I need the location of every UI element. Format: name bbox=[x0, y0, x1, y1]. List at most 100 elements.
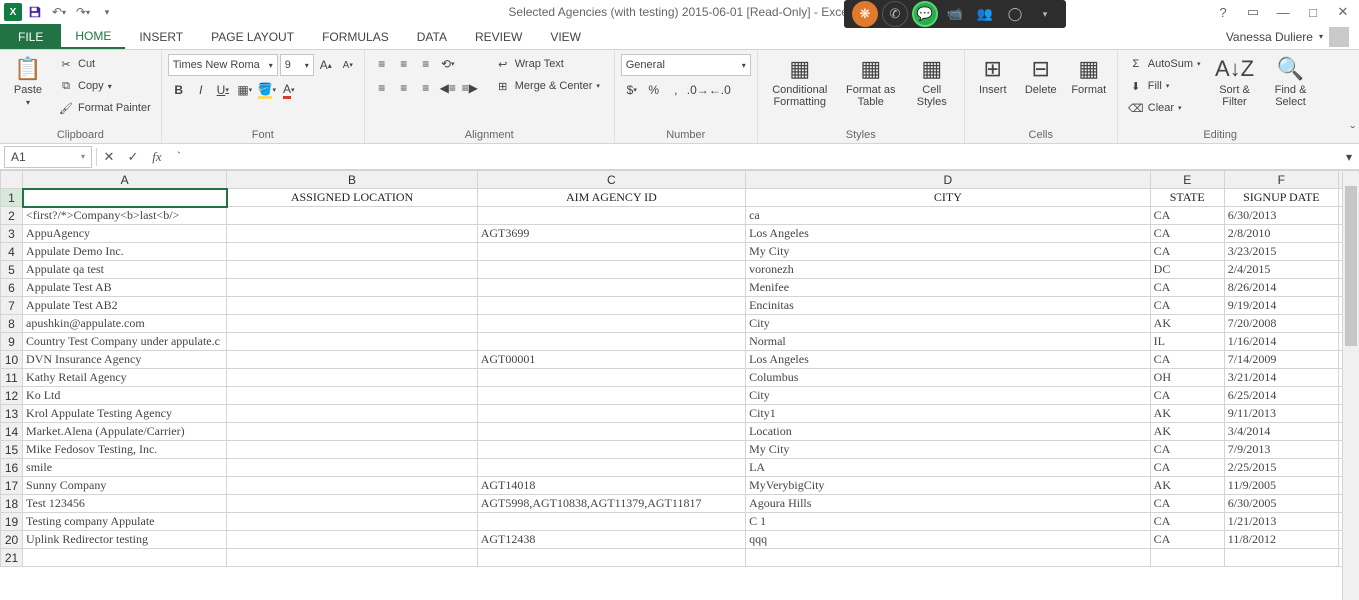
cell[interactable] bbox=[477, 459, 745, 477]
cell[interactable] bbox=[477, 207, 745, 225]
cell[interactable]: City bbox=[746, 387, 1151, 405]
cell[interactable]: Agoura Hills bbox=[746, 495, 1151, 513]
cell[interactable]: ASSIGNED LOCATION bbox=[227, 189, 477, 207]
save-icon[interactable] bbox=[24, 1, 46, 23]
people-icon[interactable]: 👥 bbox=[972, 1, 998, 27]
cell[interactable]: AK bbox=[1150, 477, 1224, 495]
redo-icon[interactable]: ↷▾ bbox=[72, 1, 94, 23]
cell[interactable]: My City bbox=[746, 441, 1151, 459]
row-header[interactable]: 4 bbox=[1, 243, 23, 261]
cell[interactable]: Encinitas bbox=[746, 297, 1151, 315]
cell[interactable]: Test 123456 bbox=[23, 495, 227, 513]
phone-icon[interactable]: ✆ bbox=[882, 1, 908, 27]
cell[interactable]: CA bbox=[1150, 207, 1224, 225]
user-account[interactable]: Vanessa Duliere▾ bbox=[1216, 24, 1359, 49]
comma-icon[interactable]: , bbox=[665, 80, 687, 100]
expand-formula-icon[interactable]: ▾ bbox=[1339, 150, 1359, 164]
cell[interactable]: 2/25/2015 bbox=[1224, 459, 1338, 477]
cell[interactable] bbox=[227, 495, 477, 513]
cell-styles-button[interactable]: ▦Cell Styles bbox=[906, 54, 958, 110]
increase-decimal-icon[interactable]: .0→ bbox=[687, 80, 709, 100]
cell[interactable]: Ko Ltd bbox=[23, 387, 227, 405]
cell[interactable]: smile bbox=[23, 459, 227, 477]
message-icon[interactable]: ◯ bbox=[1002, 1, 1028, 27]
format-button[interactable]: ▦Format bbox=[1067, 54, 1111, 98]
cell[interactable]: 11/9/2005 bbox=[1224, 477, 1338, 495]
cell[interactable] bbox=[227, 243, 477, 261]
format-painter-button[interactable]: 🖌Format Painter bbox=[54, 98, 155, 118]
cell[interactable]: apushkin@appulate.com bbox=[23, 315, 227, 333]
cell[interactable]: 1/16/2014 bbox=[1224, 333, 1338, 351]
cell[interactable]: 11/8/2012 bbox=[1224, 531, 1338, 549]
cell[interactable] bbox=[227, 477, 477, 495]
cell[interactable]: Menifee bbox=[746, 279, 1151, 297]
row-header[interactable]: 2 bbox=[1, 207, 23, 225]
cell[interactable]: LA bbox=[746, 459, 1151, 477]
cell[interactable]: 2/8/2010 bbox=[1224, 225, 1338, 243]
align-center-icon[interactable]: ≡ bbox=[393, 78, 415, 98]
review-tab[interactable]: REVIEW bbox=[461, 24, 536, 49]
cell[interactable]: Kathy Retail Agency bbox=[23, 369, 227, 387]
border-button[interactable]: ▦▾ bbox=[234, 80, 256, 100]
cell[interactable]: CA bbox=[1150, 495, 1224, 513]
italic-button[interactable]: I bbox=[190, 80, 212, 100]
row-header[interactable]: 15 bbox=[1, 441, 23, 459]
currency-icon[interactable]: $▾ bbox=[621, 80, 643, 100]
cell[interactable]: Country Test Company under appulate.c bbox=[23, 333, 227, 351]
cell[interactable] bbox=[477, 243, 745, 261]
cell[interactable] bbox=[227, 423, 477, 441]
col-header-B[interactable]: B bbox=[227, 171, 477, 189]
chevron-down-icon[interactable]: ▾ bbox=[1032, 1, 1058, 27]
cell[interactable]: Los Angeles bbox=[746, 351, 1151, 369]
fx-icon[interactable]: fx bbox=[145, 146, 169, 168]
sort-filter-button[interactable]: A↓ZSort & Filter bbox=[1209, 54, 1261, 110]
cell[interactable]: CA bbox=[1150, 513, 1224, 531]
cell[interactable] bbox=[477, 423, 745, 441]
cell[interactable]: Market.Alena (Appulate/Carrier) bbox=[23, 423, 227, 441]
col-header-E[interactable]: E bbox=[1150, 171, 1224, 189]
scroll-thumb[interactable] bbox=[1345, 186, 1357, 346]
col-header-D[interactable]: D bbox=[746, 171, 1151, 189]
cell[interactable] bbox=[227, 531, 477, 549]
cell[interactable]: 6/30/2013 bbox=[1224, 207, 1338, 225]
align-left-icon[interactable]: ≡ bbox=[371, 78, 393, 98]
cell[interactable] bbox=[477, 387, 745, 405]
cell[interactable] bbox=[477, 513, 745, 531]
cell[interactable]: Los Angeles bbox=[746, 225, 1151, 243]
find-select-button[interactable]: 🔍Find & Select bbox=[1265, 54, 1317, 110]
cell[interactable]: CA bbox=[1150, 459, 1224, 477]
cell[interactable] bbox=[227, 207, 477, 225]
enter-icon[interactable]: ✓ bbox=[121, 146, 145, 168]
name-box[interactable]: A1▾ bbox=[4, 146, 92, 168]
row-header[interactable]: 14 bbox=[1, 423, 23, 441]
cell[interactable]: CA bbox=[1150, 297, 1224, 315]
font-name-select[interactable]: Times New Roma▾ bbox=[168, 54, 278, 76]
row-header[interactable]: 20 bbox=[1, 531, 23, 549]
close-icon[interactable]: ✕ bbox=[1331, 2, 1355, 22]
cell[interactable]: Krol Appulate Testing Agency bbox=[23, 405, 227, 423]
number-format-select[interactable]: General▾ bbox=[621, 54, 751, 76]
align-middle-icon[interactable]: ≡ bbox=[393, 54, 415, 74]
cell[interactable]: 6/25/2014 bbox=[1224, 387, 1338, 405]
cell[interactable]: 3/4/2014 bbox=[1224, 423, 1338, 441]
cell[interactable]: Sunny Company bbox=[23, 477, 227, 495]
cell[interactable]: CA bbox=[1150, 531, 1224, 549]
merge-center-button[interactable]: ⊞Merge & Center▾ bbox=[491, 76, 604, 96]
cell[interactable] bbox=[227, 513, 477, 531]
insert-tab[interactable]: INSERT bbox=[125, 24, 197, 49]
formulas-tab[interactable]: FORMULAS bbox=[308, 24, 403, 49]
cell[interactable] bbox=[227, 225, 477, 243]
cell[interactable]: CITY bbox=[746, 189, 1151, 207]
orientation-icon[interactable]: ⟲▾ bbox=[437, 54, 459, 74]
cell[interactable]: qqq bbox=[746, 531, 1151, 549]
increase-font-icon[interactable]: A▴ bbox=[316, 55, 336, 75]
cell[interactable]: AK bbox=[1150, 315, 1224, 333]
cell[interactable] bbox=[227, 333, 477, 351]
row-header[interactable]: 12 bbox=[1, 387, 23, 405]
cell[interactable] bbox=[227, 387, 477, 405]
cell[interactable]: AGT14018 bbox=[477, 477, 745, 495]
vertical-scrollbar[interactable] bbox=[1342, 172, 1359, 600]
cell[interactable]: Appulate Test AB bbox=[23, 279, 227, 297]
select-all-corner[interactable] bbox=[1, 171, 23, 189]
cell[interactable]: 7/20/2008 bbox=[1224, 315, 1338, 333]
